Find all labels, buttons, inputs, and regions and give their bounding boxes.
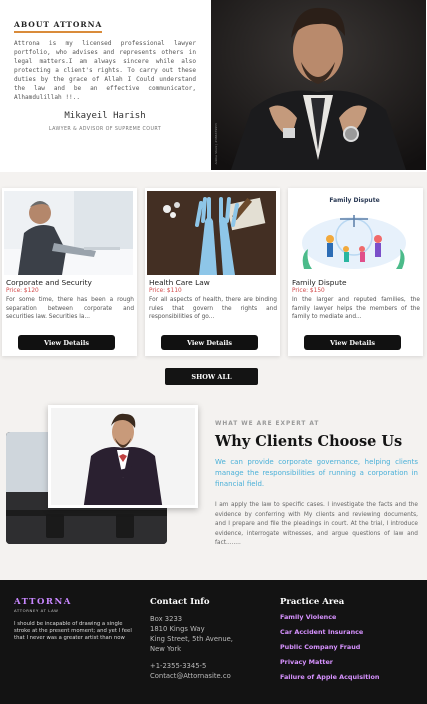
- lawyer-name: Mikayeil Harish: [64, 111, 146, 121]
- card-price: Price: $150: [292, 288, 325, 294]
- why-title: Why Clients Choose Us: [215, 433, 403, 450]
- lawyer-standing-illustration: [51, 408, 195, 505]
- view-details-button[interactable]: View Details: [304, 335, 401, 350]
- why-eyebrow: WHAT WE ARE EXPERT AT: [215, 421, 320, 427]
- site-footer: ATTORNA ATTORNEY AT LAW I should be inca…: [0, 580, 427, 704]
- service-card-corporate: Corporate and Security Price: $120 For s…: [2, 188, 137, 356]
- why-body-text: I am apply the law to specific cases. I …: [215, 502, 418, 546]
- show-all-button[interactable]: SHOW ALL: [165, 368, 258, 385]
- practice-link-car-accident[interactable]: Car Accident Insurance: [280, 628, 379, 643]
- health-care-image: [147, 191, 276, 275]
- about-text-block: ABOUT ATTORNA Attrona is my licensed pro…: [14, 12, 196, 132]
- practice-area-links: Family Violence Car Accident Insurance P…: [280, 613, 379, 688]
- contact-heading: Contact Info: [150, 597, 210, 607]
- about-section: ABOUT ATTORNA Attrona is my licensed pro…: [0, 0, 427, 172]
- contact-info: Box 3233 1810 Kings Way King Street, 5th…: [150, 614, 270, 681]
- lawyer-portrait-photo: Adobe Stock | #484659955: [211, 0, 426, 170]
- practice-link-apple-acquisition[interactable]: Failure of Apple Acquisition: [280, 673, 379, 688]
- photo-credit: Adobe Stock | #484659955: [214, 122, 218, 164]
- address-line: New York: [150, 645, 182, 653]
- footer-quote: I should be incapable of drawing a singl…: [14, 621, 132, 642]
- card-description: In the larger and reputed families, the …: [292, 297, 420, 320]
- view-details-button[interactable]: View Details: [18, 335, 115, 350]
- practice-heading: Practice Area: [280, 597, 345, 607]
- practice-link-company-fraud[interactable]: Public Company Fraud: [280, 643, 379, 658]
- address-line: 1810 Kings Way: [150, 625, 205, 633]
- about-heading: ABOUT ATTORNA: [14, 20, 103, 33]
- about-paragraph: Attrona is my licensed professional lawy…: [14, 40, 196, 101]
- card-description: For all aspects of health, there are bin…: [149, 297, 277, 320]
- family-dispute-image-caption: Family Dispute: [329, 197, 380, 204]
- lawyer-role: LAWYER & ADVISOR OF SUPREME COURT: [48, 127, 162, 132]
- footer-tagline: ATTORNEY AT LAW: [14, 608, 59, 613]
- health-care-illustration: [147, 191, 276, 275]
- card-title: Health Care Law: [149, 278, 210, 287]
- address-line: Box 3233: [150, 615, 183, 623]
- why-lead-text: We can provide corporate governance, hel…: [215, 458, 418, 488]
- practice-link-family-violence[interactable]: Family Violence: [280, 613, 379, 628]
- footer-brand-logo[interactable]: ATTORNA: [14, 597, 72, 607]
- corporate-illustration: [4, 191, 133, 275]
- view-details-button[interactable]: View Details: [161, 335, 258, 350]
- card-title: Corporate and Security: [6, 278, 92, 287]
- lawyer-standing-photo: [48, 405, 198, 508]
- contact-phone[interactable]: +1-2355-3345-5: [150, 661, 270, 671]
- practice-link-privacy[interactable]: Privacy Matter: [280, 658, 379, 673]
- card-price: Price: $110: [149, 288, 182, 294]
- family-dispute-image: Family Dispute: [290, 191, 419, 275]
- card-title: Family Dispute: [292, 278, 347, 287]
- card-price: Price: $120: [6, 288, 39, 294]
- portrait-illustration: [211, 0, 426, 170]
- service-card-family-dispute: Family Dispute Family Dispute Price: $15…: [288, 188, 423, 356]
- contact-email[interactable]: Contact@Attornasite.co: [150, 671, 270, 681]
- address-line: King Street, 5th Avenue,: [150, 635, 233, 643]
- card-description: For some time, there has been a rough se…: [6, 297, 134, 320]
- service-card-health-care: Health Care Law Price: $110 For all aspe…: [145, 188, 280, 356]
- corporate-image: [4, 191, 133, 275]
- contact-spacer: [150, 654, 270, 661]
